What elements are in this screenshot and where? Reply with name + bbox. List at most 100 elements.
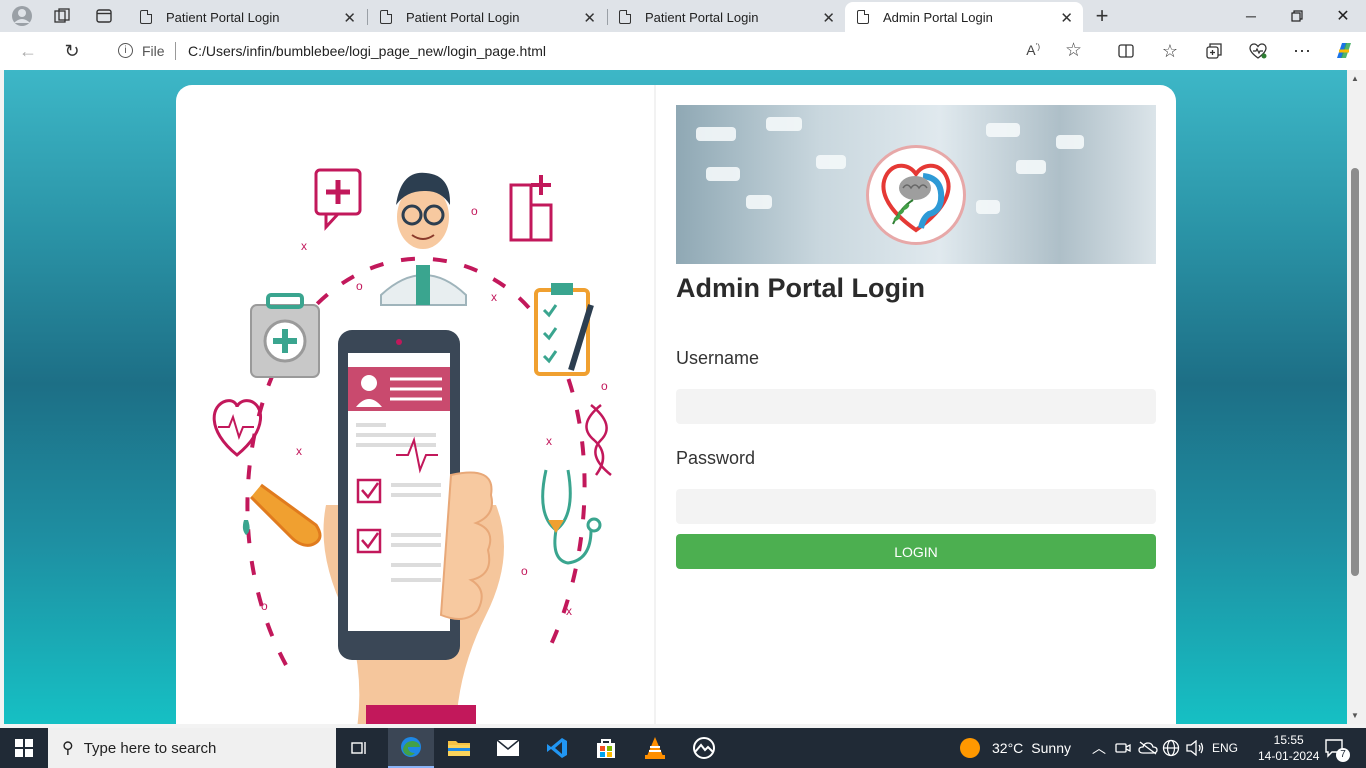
first-aid-kit-icon: [250, 293, 320, 378]
scheme-label: File: [142, 43, 165, 59]
collections-icon[interactable]: [1200, 38, 1228, 64]
login-card: x o x o x x o o x o Admin Portal Login U…: [176, 85, 1176, 724]
document-icon: [380, 10, 392, 24]
edge-taskbar-icon[interactable]: [388, 728, 434, 768]
svg-text:o: o: [601, 379, 608, 393]
tab-patient-login-2[interactable]: Patient Portal Login ✕: [368, 2, 606, 32]
stethoscope-icon: [541, 469, 602, 565]
favorite-star-icon[interactable]: ☆: [1065, 39, 1082, 62]
svg-text:x: x: [491, 290, 497, 304]
notification-center-icon[interactable]: 7: [1324, 728, 1350, 768]
taskbar-search-box[interactable]: ⚲ Type here to search: [48, 728, 336, 768]
back-icon[interactable]: ←: [14, 38, 42, 64]
scroll-up-icon[interactable]: ▲: [1351, 74, 1359, 83]
hospital-icon: [509, 175, 553, 242]
svg-text:o: o: [261, 599, 268, 613]
svg-text:x: x: [546, 434, 552, 448]
clipboard-checklist-icon: [534, 283, 594, 376]
doctor-icon: [380, 172, 467, 306]
dna-icon: [585, 404, 612, 476]
close-tab-icon[interactable]: ✕: [343, 9, 356, 27]
sun-icon: [960, 738, 980, 758]
login-button[interactable]: LOGIN: [676, 534, 1156, 569]
close-tab-icon[interactable]: ✕: [1060, 9, 1073, 27]
username-label: Username: [676, 348, 760, 368]
hospital-logo: [866, 145, 966, 245]
tab-title: Admin Portal Login: [883, 9, 993, 25]
site-info-icon[interactable]: i: [118, 43, 133, 58]
show-hidden-icons[interactable]: ︿: [1092, 728, 1106, 768]
weather-desc: Sunny: [1031, 740, 1071, 756]
svg-text:x: x: [296, 444, 302, 458]
tab-title: Patient Portal Login: [406, 9, 520, 25]
split-screen-icon[interactable]: [1112, 38, 1140, 64]
svg-text:x: x: [566, 604, 572, 618]
task-view-icon[interactable]: [337, 728, 383, 768]
chat-medical-icon: [314, 168, 362, 231]
language-indicator[interactable]: ENG: [1212, 728, 1238, 768]
network-icon[interactable]: [1162, 728, 1180, 768]
password-label: Password: [676, 448, 756, 468]
tab-patient-login-1[interactable]: Patient Portal Login ✕: [128, 2, 366, 32]
username-input[interactable]: [676, 389, 1156, 424]
weather-widget[interactable]: 32°C Sunny: [960, 728, 1071, 768]
page-scrollbar[interactable]: ▲ ▼: [1347, 70, 1366, 724]
volume-icon[interactable]: [1186, 728, 1204, 768]
profile-icon[interactable]: [8, 2, 36, 30]
tab-admin-login[interactable]: Admin Portal Login ✕: [845, 2, 1083, 32]
copilot-icon[interactable]: [1330, 38, 1358, 64]
file-explorer-icon[interactable]: [436, 728, 482, 768]
hospital-banner-image: [676, 105, 1156, 264]
search-icon: ⚲: [62, 740, 74, 757]
svg-text:x: x: [301, 239, 307, 253]
password-input[interactable]: [676, 489, 1156, 524]
tab-title: Patient Portal Login: [166, 9, 280, 25]
tab-title: Patient Portal Login: [645, 9, 759, 25]
workspaces-icon[interactable]: [48, 2, 76, 30]
svg-text:o: o: [471, 204, 478, 218]
onedrive-icon[interactable]: [1138, 728, 1158, 768]
read-aloud-icon[interactable]: Aʼ): [1026, 42, 1040, 58]
url-text[interactable]: C:/Users/infin/bumblebee/logi_page_new/l…: [188, 43, 546, 59]
scroll-down-icon[interactable]: ▼: [1351, 711, 1359, 720]
minimize-icon[interactable]: ─: [1228, 0, 1274, 32]
svg-text:o: o: [521, 564, 528, 578]
close-window-icon[interactable]: ✕: [1320, 0, 1366, 32]
clock-time: 15:55: [1273, 733, 1304, 747]
scrollbar-thumb[interactable]: [1351, 168, 1359, 576]
test-tube-icon: [242, 483, 322, 547]
more-options-icon[interactable]: ⋯: [1288, 38, 1316, 64]
vscode-icon[interactable]: [534, 728, 580, 768]
refresh-icon[interactable]: ↻: [58, 38, 86, 64]
page-title: Admin Portal Login: [676, 273, 925, 303]
document-icon: [619, 10, 631, 24]
document-icon: [140, 10, 152, 24]
microsoft-store-icon[interactable]: [583, 728, 629, 768]
start-button[interactable]: [0, 728, 48, 768]
restore-icon[interactable]: [1274, 0, 1320, 32]
vlc-icon[interactable]: [632, 728, 678, 768]
browser-tab-strip: Patient Portal Login ✕ Patient Portal Lo…: [0, 0, 1366, 32]
search-placeholder: Type here to search: [83, 739, 217, 757]
clock[interactable]: 15:55 14-01-2024: [1258, 728, 1319, 768]
weather-temp: 32°C: [992, 740, 1024, 756]
photos-icon[interactable]: [681, 728, 727, 768]
new-tab-icon[interactable]: +: [1088, 2, 1116, 30]
close-tab-icon[interactable]: ✕: [583, 9, 596, 27]
meet-icon[interactable]: [1115, 728, 1131, 768]
close-tab-icon[interactable]: ✕: [822, 9, 835, 27]
favorites-icon[interactable]: ☆: [1156, 38, 1184, 64]
windows-taskbar: ⚲ Type here to search 32°C Sunny ︿ ENG 1…: [0, 728, 1366, 768]
document-icon: [857, 10, 869, 24]
page-background: x o x o x x o o x o Admin Portal Login U…: [4, 70, 1347, 724]
address-bar[interactable]: i File C:/Users/infin/bumblebee/logi_pag…: [100, 36, 1098, 66]
medical-app-illustration: x o x o x x o o x o: [212, 168, 612, 724]
clock-date: 14-01-2024: [1258, 749, 1320, 763]
browser-toolbar: ← ↻ i File C:/Users/infin/bumblebee/logi…: [0, 32, 1366, 70]
mail-icon[interactable]: [485, 728, 531, 768]
browser-essentials-icon[interactable]: [1244, 38, 1272, 64]
svg-text:o: o: [356, 279, 363, 293]
notification-badge: 7: [1336, 748, 1350, 762]
tab-patient-login-3[interactable]: Patient Portal Login ✕: [607, 2, 845, 32]
tab-actions-icon[interactable]: [90, 2, 118, 30]
